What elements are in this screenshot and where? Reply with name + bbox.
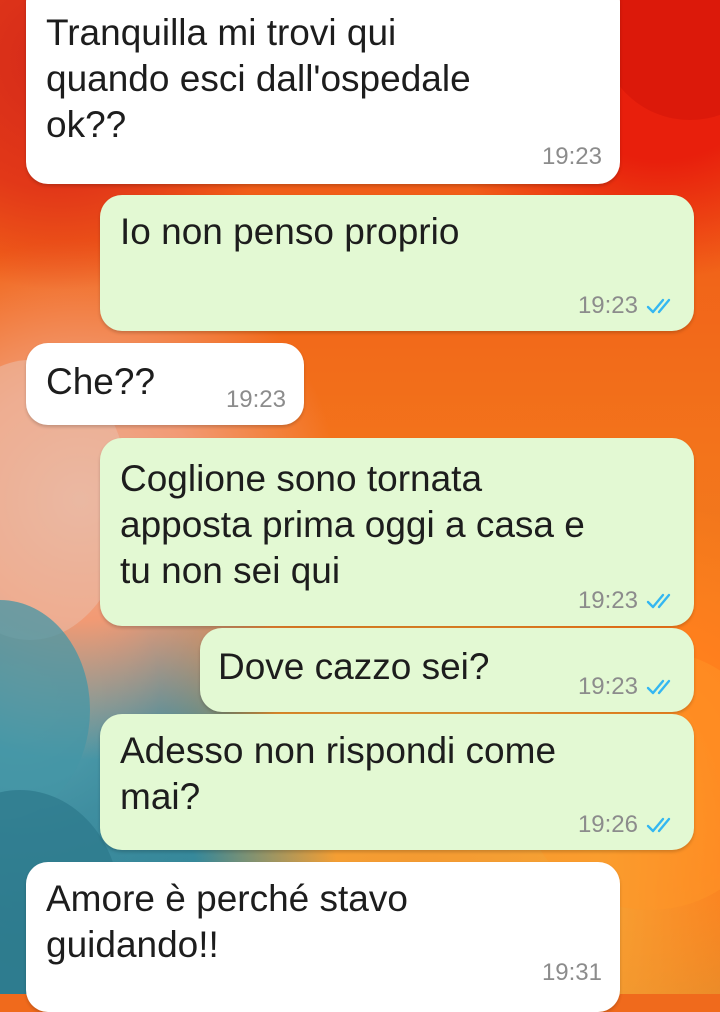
message-time: 19:23 xyxy=(225,386,286,413)
message-time: 19:23 xyxy=(577,292,638,319)
double-check-icon xyxy=(646,593,671,609)
double-check-icon xyxy=(646,817,671,833)
double-check-icon xyxy=(646,679,671,695)
message-time: 19:23 xyxy=(541,143,602,170)
message-text: Che?? xyxy=(46,361,156,402)
message-meta: 19:23 xyxy=(578,674,676,700)
message-bubble-outgoing[interactable]: Dove cazzo sei? 19:23 xyxy=(200,628,694,712)
message-text: Amore è perché stavo guidando!! xyxy=(46,878,408,965)
message-bubble-outgoing[interactable]: Coglione sono tornata apposta prima oggi… xyxy=(100,438,694,626)
message-time: 19:26 xyxy=(577,811,638,838)
message-text: Adesso non rispondi come mai? xyxy=(120,730,557,817)
message-bubble-incoming[interactable]: Amore è perché stavo guidando!! 19:31 xyxy=(26,862,620,1012)
message-meta: 19:23 xyxy=(542,144,602,170)
message-meta: 19:23 xyxy=(226,387,286,413)
message-bubble-incoming[interactable]: Tranquilla mi trovi qui quando esci dall… xyxy=(26,0,620,184)
message-text: Tranquilla mi trovi qui quando esci dall… xyxy=(46,12,471,145)
double-check-icon xyxy=(646,298,671,314)
message-bubble-incoming[interactable]: Che?? 19:23 xyxy=(26,343,304,425)
message-bubble-outgoing[interactable]: Io non penso proprio 19:23 xyxy=(100,195,694,331)
message-text: Dove cazzo sei? xyxy=(218,646,490,687)
message-text: Coglione sono tornata apposta prima oggi… xyxy=(120,458,585,591)
message-time: 19:31 xyxy=(541,959,602,986)
wallpaper-bubble xyxy=(0,600,90,820)
message-text: Io non penso proprio xyxy=(120,211,460,252)
message-meta: 19:26 xyxy=(578,812,676,838)
message-time: 19:23 xyxy=(577,673,638,700)
message-meta: 19:23 xyxy=(578,588,676,614)
message-bubble-outgoing[interactable]: Adesso non rispondi come mai? 19:26 xyxy=(100,714,694,850)
message-meta: 19:31 xyxy=(542,960,602,986)
message-meta: 19:23 xyxy=(578,293,676,319)
message-time: 19:23 xyxy=(577,587,638,614)
